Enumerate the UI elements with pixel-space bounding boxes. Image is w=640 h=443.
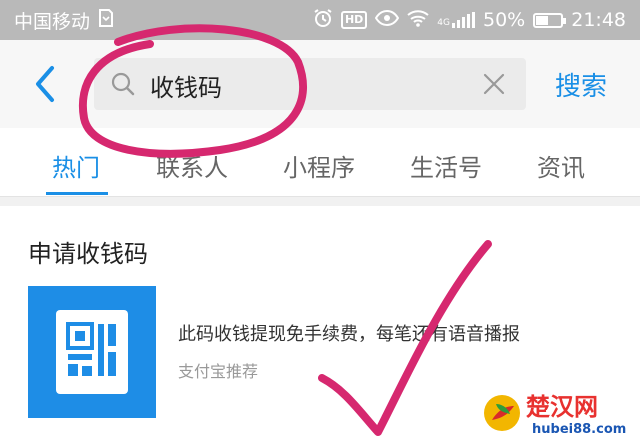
watermark: 楚汉网 hubei88.com bbox=[478, 386, 640, 439]
alarm-icon bbox=[313, 8, 333, 33]
result-description: 此码收钱提现免手续费，每笔还有语音播报 bbox=[178, 324, 520, 345]
status-left: 中国移动 bbox=[14, 7, 114, 34]
status-right: HD 4G 50% 21:48 bbox=[313, 8, 626, 33]
eye-icon bbox=[375, 9, 400, 31]
payment-code-app-tile bbox=[28, 286, 156, 418]
section-title: 申请收钱码 bbox=[28, 240, 148, 268]
clear-icon[interactable] bbox=[482, 72, 506, 96]
search-icon bbox=[110, 71, 136, 97]
search-box[interactable] bbox=[94, 58, 526, 110]
tab-hot[interactable]: 热门 bbox=[52, 148, 100, 183]
watermark-url: hubei88.com bbox=[532, 422, 626, 437]
tab-news[interactable]: 资讯 bbox=[537, 148, 585, 183]
sim-icon bbox=[98, 8, 114, 32]
tab-life-accounts[interactable]: 生活号 bbox=[410, 148, 482, 183]
hd-icon: HD bbox=[340, 11, 368, 29]
active-tab-indicator bbox=[46, 192, 108, 195]
result-source: 支付宝推荐 bbox=[178, 362, 259, 381]
network-type-label: 4G bbox=[437, 17, 450, 28]
battery-fill bbox=[536, 15, 549, 25]
signal-icon bbox=[452, 12, 475, 28]
clock: 21:48 bbox=[571, 9, 626, 31]
carrier-label: 中国移动 bbox=[14, 10, 91, 33]
wifi-icon bbox=[407, 9, 429, 32]
search-button[interactable]: 搜索 bbox=[555, 66, 607, 103]
watermark-logo-icon: 楚汉网 hubei88.com bbox=[484, 393, 626, 437]
section-divider bbox=[0, 196, 640, 206]
back-arrow-icon[interactable] bbox=[30, 62, 60, 106]
status-bar: 中国移动 HD 4G 50% 21:48 bbox=[0, 0, 640, 40]
tab-contacts[interactable]: 联系人 bbox=[156, 148, 228, 183]
payment-code-icon bbox=[56, 310, 128, 394]
result-tabs: 热门 联系人 小程序 生活号 资讯 bbox=[0, 128, 640, 196]
tab-mini-programs[interactable]: 小程序 bbox=[283, 148, 355, 183]
battery-icon bbox=[533, 12, 567, 28]
watermark-name: 楚汉网 bbox=[526, 393, 598, 421]
battery-percent: 50% bbox=[483, 9, 526, 31]
search-header: 搜索 bbox=[0, 40, 640, 128]
search-input[interactable] bbox=[148, 64, 472, 106]
